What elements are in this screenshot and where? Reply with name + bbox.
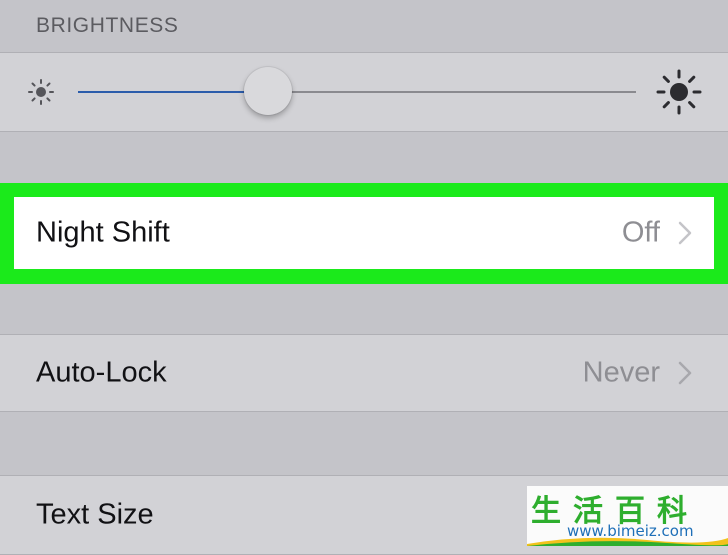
auto-lock-value: Never [582, 356, 660, 389]
auto-lock-label: Auto-Lock [36, 356, 167, 389]
brightness-slider-fill [78, 91, 268, 93]
sun-small-icon [28, 79, 54, 105]
text-size-label: Text Size [36, 498, 154, 531]
auto-lock-row[interactable]: Auto-Lock Never [0, 334, 728, 412]
chevron-right-icon [678, 361, 692, 385]
night-shift-value: Off [621, 216, 660, 249]
chevron-right-icon [678, 221, 692, 245]
night-shift-row[interactable]: Night Shift Off [14, 197, 714, 269]
sun-large-icon [656, 69, 702, 115]
brightness-section-header: BRIGHTNESS [36, 14, 179, 37]
brightness-row [0, 52, 728, 132]
night-shift-label: Night Shift [36, 216, 170, 249]
brightness-slider-thumb[interactable] [243, 67, 292, 115]
watermark-logo: 生活百科 www.bimeiz.com [527, 486, 728, 546]
watermark-url: www.bimeiz.com [567, 522, 694, 540]
brightness-slider-track[interactable] [78, 91, 636, 93]
